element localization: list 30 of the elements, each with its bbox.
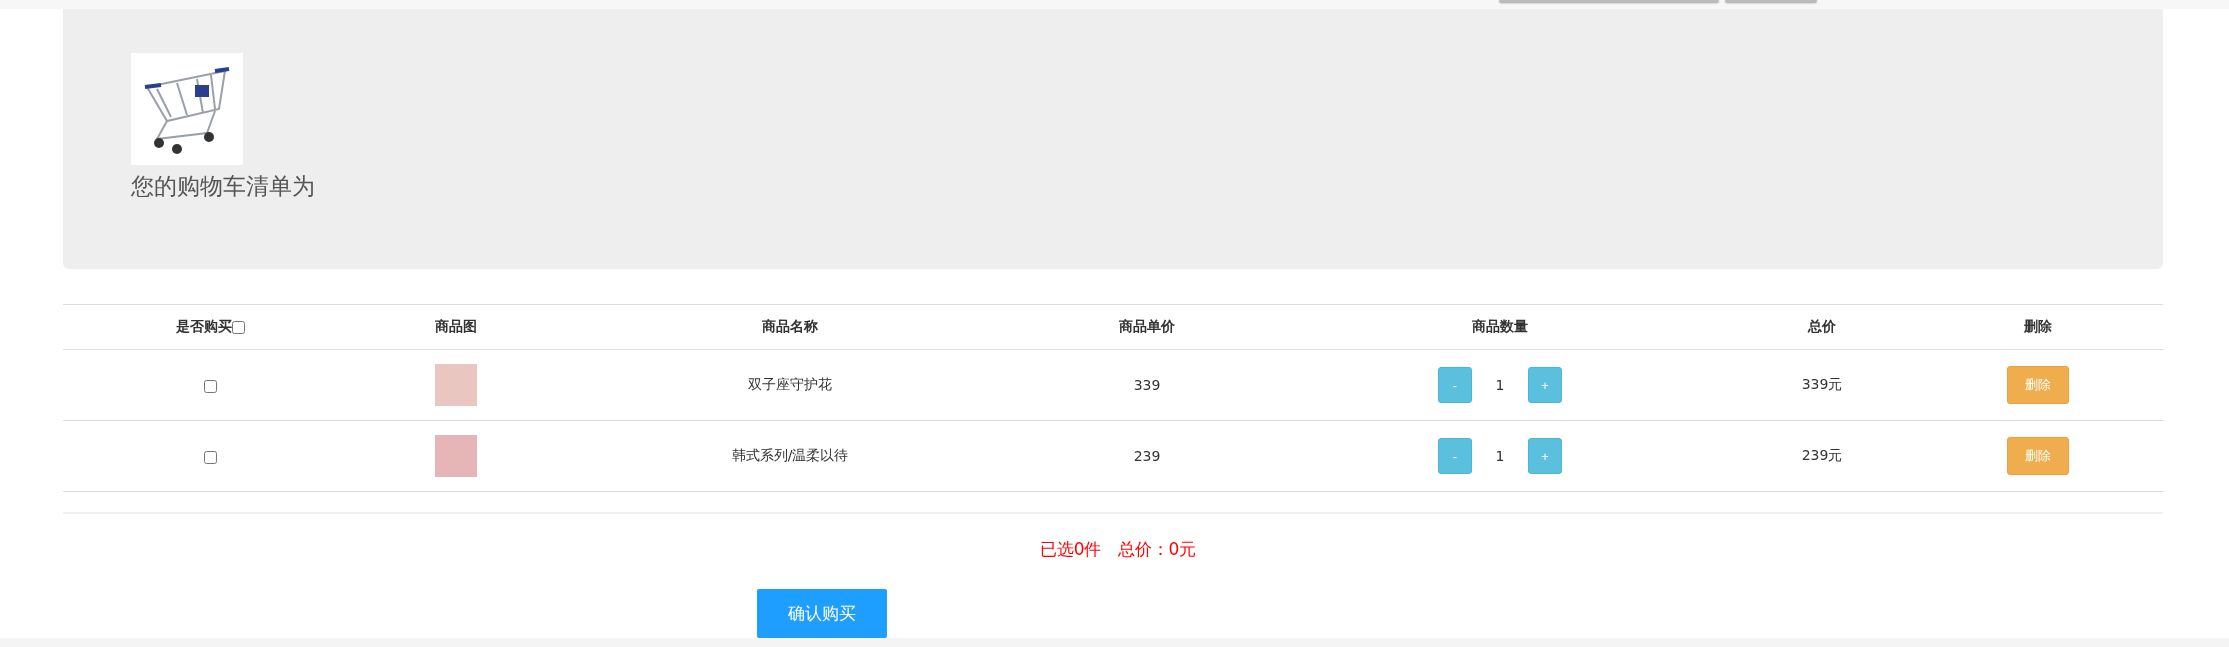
column-header: 商品名称 bbox=[762, 318, 818, 335]
row-checkbox[interactable] bbox=[203, 450, 217, 464]
product-name: 韩式系列/温柔以待 bbox=[731, 447, 849, 464]
unit-price: 239 bbox=[1133, 448, 1161, 465]
confirm-purchase-button[interactable]: 确认购买 bbox=[757, 589, 887, 638]
photo-placeholder bbox=[435, 364, 477, 407]
column-header: 商品数量 bbox=[1472, 318, 1528, 335]
column-header: 是否购买 bbox=[175, 318, 232, 335]
column-header: 商品图 bbox=[435, 318, 477, 335]
select-all-checkbox[interactable] bbox=[231, 320, 245, 334]
product-name: 双子座守护花 bbox=[748, 376, 832, 393]
total-price: 239元 bbox=[1801, 447, 1843, 464]
decrease-button[interactable]: - bbox=[1438, 367, 1472, 404]
increase-button[interactable]: + bbox=[1528, 438, 1562, 475]
quantity-value: 1 bbox=[1494, 448, 1506, 465]
increase-button[interactable]: + bbox=[1528, 367, 1562, 404]
quantity-value: 1 bbox=[1494, 377, 1506, 394]
delete-button[interactable]: 删除 bbox=[2007, 437, 2069, 476]
total-price: 339元 bbox=[1801, 376, 1843, 393]
column-header: 商品单价 bbox=[1119, 318, 1175, 335]
photo-placeholder bbox=[435, 435, 477, 478]
column-header: 总价 bbox=[1808, 318, 1836, 335]
row-checkbox[interactable] bbox=[203, 379, 217, 393]
selected-count: 已选0件 bbox=[1039, 538, 1102, 561]
unit-price: 339 bbox=[1133, 377, 1161, 394]
column-header: 删除 bbox=[2024, 318, 2052, 335]
summary-total: 总价：0元 bbox=[1117, 538, 1197, 561]
decrease-button[interactable]: - bbox=[1438, 438, 1472, 475]
cart-title: 您的购物车清单为 bbox=[131, 172, 315, 201]
delete-button[interactable]: 删除 bbox=[2007, 366, 2069, 405]
